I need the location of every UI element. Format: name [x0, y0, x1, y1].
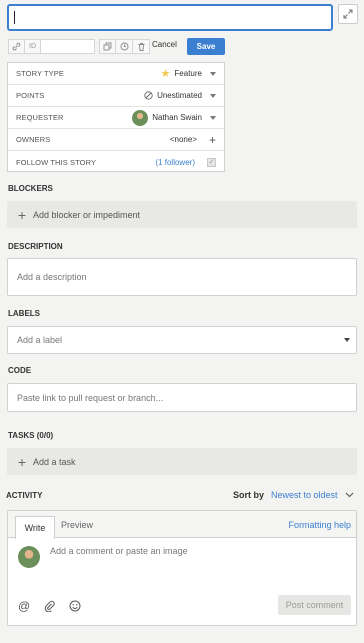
- follow-label: FOLLOW THIS STORY: [16, 157, 97, 167]
- story-id-field[interactable]: [41, 39, 95, 54]
- chevron-down-icon: [344, 338, 350, 342]
- requester-value: Nathan Swain: [152, 113, 202, 122]
- requester-label: REQUESTER: [16, 113, 64, 122]
- code-heading: CODE: [8, 366, 32, 375]
- owners-row[interactable]: OWNERS <none> +: [8, 129, 224, 151]
- mention-icon[interactable]: @: [18, 599, 30, 613]
- labels-heading: LABELS: [8, 309, 40, 318]
- story-properties: STORY TYPE ★ Feature POINTS Unestimated …: [7, 62, 225, 172]
- owners-label: OWNERS: [16, 135, 51, 144]
- owners-value: <none>: [169, 135, 197, 144]
- comment-tabs-bar: Write Preview Formatting help: [8, 511, 356, 539]
- tab-write[interactable]: Write: [15, 516, 55, 539]
- sort-select[interactable]: Newest to oldest: [271, 490, 338, 500]
- code-placeholder: Paste link to pull request or branch...: [17, 392, 164, 403]
- points-value: Unestimated: [157, 91, 202, 100]
- history-button[interactable]: [116, 39, 133, 54]
- save-button[interactable]: Save: [187, 38, 225, 55]
- story-toolbar: ID: [8, 39, 150, 54]
- sort-label: Sort by: [233, 490, 265, 500]
- add-blocker-label: Add blocker or impediment: [33, 209, 141, 220]
- clone-button[interactable]: [99, 39, 116, 54]
- chevron-down-icon[interactable]: [345, 492, 354, 498]
- formatting-help-link[interactable]: Formatting help: [288, 520, 351, 530]
- points-row[interactable]: POINTS Unestimated: [8, 85, 224, 107]
- action-button-group: [99, 39, 150, 54]
- delete-button[interactable]: [133, 39, 150, 54]
- chevron-down-icon: [210, 115, 216, 120]
- follow-row: FOLLOW THIS STORY (1 follower) ✓: [8, 151, 224, 173]
- sort-control: Sort by Newest to oldest: [233, 490, 354, 500]
- id-label: ID: [25, 39, 41, 54]
- star-icon: ★: [160, 68, 171, 80]
- expand-button[interactable]: [338, 4, 358, 24]
- follower-count[interactable]: (1 follower): [155, 158, 195, 167]
- clock-icon: [120, 42, 128, 51]
- add-task-label: Add a task: [33, 456, 76, 467]
- cancel-button[interactable]: Cancel: [152, 40, 177, 49]
- tasks-heading: TASKS (0/0): [8, 431, 54, 440]
- story-type-row[interactable]: STORY TYPE ★ Feature: [8, 63, 224, 85]
- description-placeholder: Add a description: [17, 272, 87, 282]
- comment-tools: @: [18, 599, 81, 613]
- attachment-icon[interactable]: [44, 600, 55, 612]
- requester-row[interactable]: REQUESTER Nathan Swain: [8, 107, 224, 129]
- emoji-icon[interactable]: [69, 600, 81, 612]
- add-owner-icon[interactable]: +: [209, 133, 216, 147]
- tab-preview[interactable]: Preview: [61, 520, 93, 530]
- copy-link-button[interactable]: [8, 39, 25, 54]
- follow-checkbox[interactable]: ✓: [207, 157, 216, 167]
- story-title-input[interactable]: [7, 4, 333, 31]
- chevron-down-icon: [210, 93, 216, 98]
- story-type-label: STORY TYPE: [16, 69, 64, 78]
- expand-icon: [343, 9, 353, 19]
- blockers-heading: BLOCKERS: [8, 184, 53, 193]
- trash-icon: [138, 43, 144, 51]
- comment-box: Write Preview Formatting help Add a comm…: [7, 510, 357, 626]
- unestimated-icon: [144, 91, 153, 100]
- add-blocker-button[interactable]: + Add blocker or impediment: [7, 201, 357, 228]
- add-task-button[interactable]: + Add a task: [7, 448, 357, 475]
- plus-icon: +: [17, 453, 27, 470]
- labels-select[interactable]: Add a label: [7, 326, 357, 354]
- code-link-input[interactable]: Paste link to pull request or branch...: [7, 383, 357, 412]
- activity-heading: ACTIVITY: [6, 491, 43, 500]
- chevron-down-icon: [210, 71, 216, 76]
- text-caret: [14, 11, 15, 24]
- plus-icon: +: [17, 206, 27, 223]
- clone-icon: [103, 42, 112, 51]
- link-icon: [12, 42, 21, 51]
- requester-avatar: [132, 109, 149, 126]
- points-label: POINTS: [16, 91, 45, 100]
- description-heading: DESCRIPTION: [8, 242, 63, 251]
- labels-placeholder: Add a label: [17, 335, 63, 345]
- post-comment-button[interactable]: Post comment: [278, 595, 351, 615]
- avatar: [18, 546, 40, 568]
- story-type-value: Feature: [174, 69, 202, 78]
- description-field[interactable]: Add a description: [7, 258, 357, 296]
- comment-input[interactable]: Add a comment or paste an image: [50, 546, 188, 556]
